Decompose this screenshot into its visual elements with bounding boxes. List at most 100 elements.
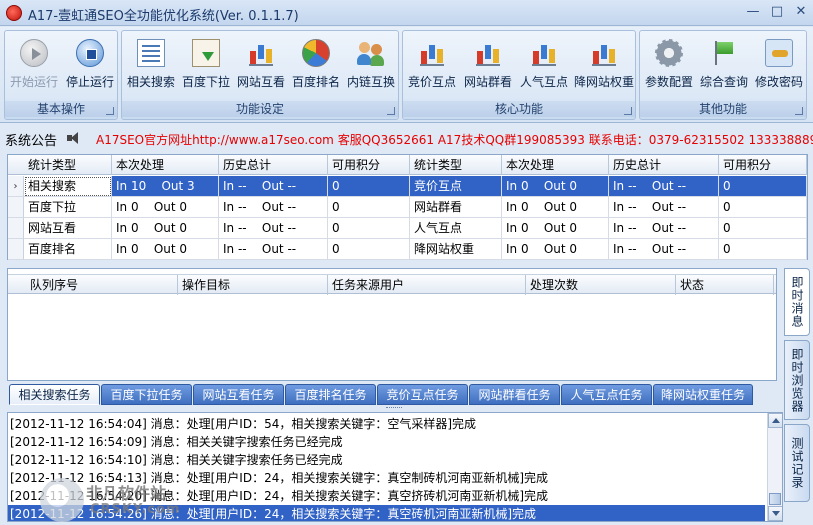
gear-icon (655, 39, 683, 67)
column-header[interactable]: 任务来源用户 (328, 275, 526, 295)
message-log[interactable]: [2012-11-12 16:54:04] 消息：处理[用户ID：54，相关搜索… (7, 412, 783, 522)
column-header[interactable]: 本次处理 (112, 155, 219, 175)
bar-chart-icon (530, 39, 558, 67)
group-expand-icon[interactable] (106, 107, 114, 115)
table-cell[interactable]: In 0 Out 0 (112, 197, 219, 218)
tab-popularity-click-task[interactable]: 人气互点任务 (561, 384, 652, 405)
column-header[interactable]: 历史总计 (609, 155, 719, 175)
column-header[interactable]: 队列序号 (10, 275, 178, 295)
table-cell[interactable]: 0 (328, 176, 410, 197)
column-header[interactable]: 操作目标 (178, 275, 328, 295)
bid-click-button[interactable]: 竞价互点 (405, 35, 459, 95)
stop-icon (76, 39, 104, 67)
table-cell[interactable]: 0 (328, 218, 410, 239)
tab-baidu-rank-task[interactable]: 百度排名任务 (285, 384, 376, 405)
column-header[interactable]: 本次处理 (502, 155, 609, 175)
table-cell[interactable]: 降网站权重 (410, 239, 502, 260)
pie-chart-icon (302, 39, 330, 67)
table-cell[interactable]: 相关搜索 (24, 176, 112, 197)
group-label: 基本操作 (5, 101, 117, 117)
column-header[interactable]: 可用积分 (719, 155, 807, 175)
minimize-button[interactable]: — (742, 3, 764, 21)
table-cell[interactable]: In 10 Out 3 (112, 176, 219, 197)
stop-button[interactable]: 停止运行 (63, 35, 117, 95)
start-button[interactable]: 开始运行 (7, 35, 61, 95)
stats-header: 统计类型 本次处理 历史总计 可用积分 统计类型 本次处理 历史总计 可用积分 (8, 155, 807, 175)
app-logo-icon (6, 5, 22, 21)
group-expand-icon[interactable] (624, 107, 632, 115)
column-header[interactable]: 可用积分 (328, 155, 410, 175)
settings-button[interactable]: 参数配置 (642, 35, 696, 95)
table-cell[interactable]: In -- Out -- (219, 239, 328, 260)
table-cell[interactable]: 网站互看 (24, 218, 112, 239)
table-cell[interactable]: 0 (719, 218, 807, 239)
table-cell[interactable]: 0 (719, 176, 807, 197)
table-cell[interactable]: In -- Out -- (219, 176, 328, 197)
log-scrollbar[interactable] (767, 413, 782, 521)
table-cell[interactable]: In 0 Out 0 (112, 218, 219, 239)
column-header[interactable]: 历史总计 (219, 155, 328, 175)
scroll-up-icon[interactable] (768, 413, 782, 428)
tab-site-mutual-view-task[interactable]: 网站互看任务 (193, 384, 284, 405)
scroll-thumb[interactable] (769, 493, 781, 505)
log-line: [2012-11-12 16:54:09] 消息：相关关键字搜索任务已经完成 (10, 435, 343, 449)
site-mutual-view-button[interactable]: 网站互看 (234, 35, 288, 95)
column-header[interactable]: 统计类型 (410, 155, 502, 175)
bar-chart-icon (474, 39, 502, 67)
key-icon (765, 39, 793, 67)
table-cell[interactable]: In 0 Out 0 (502, 176, 609, 197)
site-group-view-button[interactable]: 网站群看 (461, 35, 515, 95)
column-header[interactable]: 处理次数 (526, 275, 676, 295)
row-indicator (8, 239, 24, 260)
table-cell[interactable]: In -- Out -- (219, 197, 328, 218)
table-cell[interactable]: In -- Out -- (609, 239, 719, 260)
group-expand-icon[interactable] (795, 107, 803, 115)
table-cell[interactable]: In -- Out -- (219, 218, 328, 239)
tab-related-search-task[interactable]: 相关搜索任务 (9, 384, 100, 405)
task-queue-list[interactable]: 队列序号 操作目标 任务来源用户 处理次数 状态 (7, 268, 777, 381)
group-expand-icon[interactable] (387, 107, 395, 115)
table-cell[interactable]: 0 (328, 197, 410, 218)
maximize-button[interactable]: □ (766, 3, 788, 21)
tab-site-group-view-task[interactable]: 网站群看任务 (469, 384, 560, 405)
group-other-functions: 参数配置 综合查询 修改密码 其他功能 (639, 30, 807, 120)
log-line-selected[interactable]: [2012-11-12 16:54:26] 消息：处理[用户ID：24，相关搜索… (8, 505, 765, 521)
table-cell[interactable]: 网站群看 (410, 197, 502, 218)
table-cell[interactable]: 竞价互点 (410, 176, 502, 197)
scroll-down-icon[interactable] (768, 506, 782, 521)
lower-site-weight-button[interactable]: 降网站权重 (573, 35, 635, 95)
popularity-click-button[interactable]: 人气互点 (517, 35, 571, 95)
related-search-button[interactable]: 相关搜索 (124, 35, 178, 95)
baidu-dropdown-button[interactable]: 百度下拉 (179, 35, 233, 95)
side-tabs: 即时消息 即时浏览器 测试记录 (784, 268, 810, 503)
table-cell[interactable]: 0 (719, 239, 807, 260)
query-button[interactable]: 综合查询 (697, 35, 751, 95)
link-exchange-button[interactable]: 内链互换 (344, 35, 398, 95)
splitter-handle[interactable] (386, 407, 402, 411)
table-cell[interactable]: 百度下拉 (24, 197, 112, 218)
baidu-rank-button[interactable]: 百度排名 (289, 35, 343, 95)
tab-instant-browser[interactable]: 即时浏览器 (784, 340, 810, 420)
tab-test-record[interactable]: 测试记录 (784, 424, 810, 502)
table-cell[interactable]: In 0 Out 0 (502, 239, 609, 260)
table-cell[interactable]: In 0 Out 0 (502, 197, 609, 218)
log-line: [2012-11-12 16:54:13] 消息：处理[用户ID：24，相关搜索… (10, 471, 549, 485)
table-cell[interactable]: In -- Out -- (609, 176, 719, 197)
tab-lower-site-weight-task[interactable]: 降网站权重任务 (653, 384, 753, 405)
table-cell[interactable]: 0 (719, 197, 807, 218)
table-cell[interactable]: In 0 Out 0 (502, 218, 609, 239)
table-cell[interactable]: 百度排名 (24, 239, 112, 260)
bar-chart-icon (418, 39, 446, 67)
table-cell[interactable]: In 0 Out 0 (112, 239, 219, 260)
tab-bid-click-task[interactable]: 竞价互点任务 (377, 384, 468, 405)
table-cell[interactable]: In -- Out -- (609, 197, 719, 218)
tab-instant-message[interactable]: 即时消息 (784, 268, 810, 336)
table-cell[interactable]: In -- Out -- (609, 218, 719, 239)
column-header[interactable]: 统计类型 (24, 155, 112, 175)
change-password-button[interactable]: 修改密码 (752, 35, 806, 95)
column-header[interactable]: 状态 (676, 275, 774, 295)
table-cell[interactable]: 人气互点 (410, 218, 502, 239)
close-button[interactable]: ✕ (790, 3, 812, 21)
table-cell[interactable]: 0 (328, 239, 410, 260)
tab-baidu-dropdown-task[interactable]: 百度下拉任务 (101, 384, 192, 405)
